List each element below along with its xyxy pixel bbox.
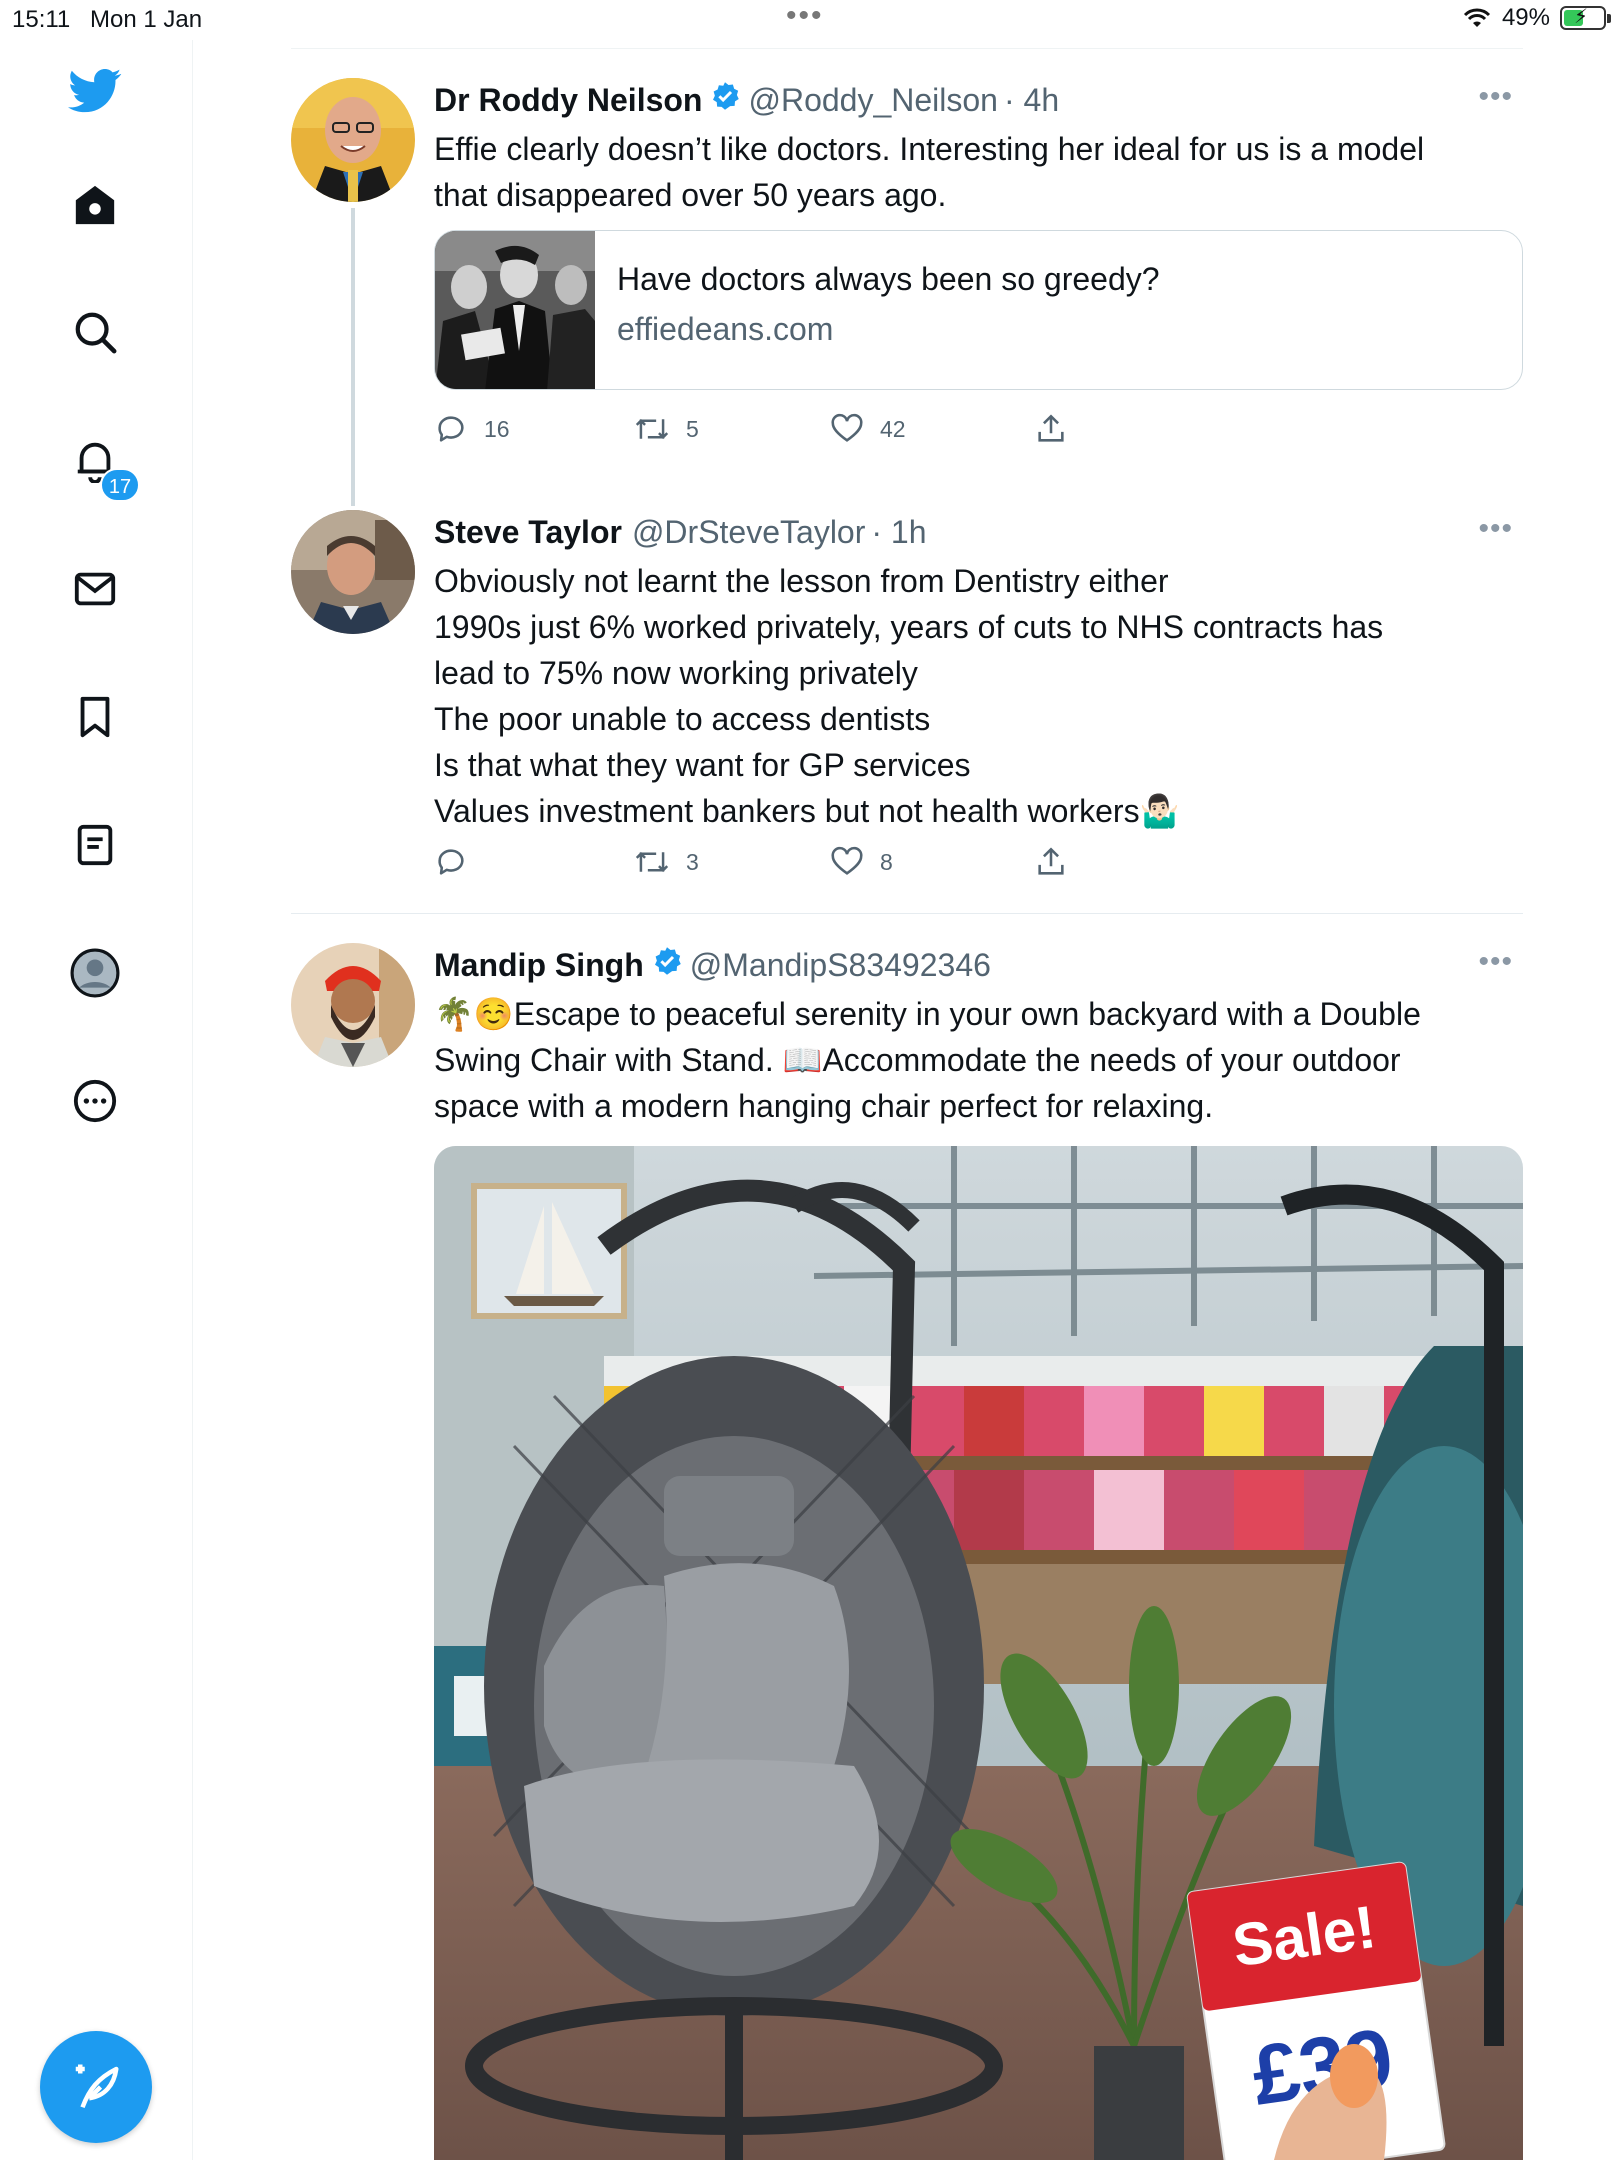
tweet-mandip-singh[interactable]: Mandip Singh @MandipS83492346 ••• 🌴☺️Esc… xyxy=(291,943,1523,1143)
reply-count: 16 xyxy=(484,415,510,442)
avatar[interactable] xyxy=(291,78,415,202)
retweet-icon xyxy=(635,851,669,873)
link-card-image xyxy=(435,231,595,389)
twitter-logo-icon[interactable] xyxy=(66,62,124,120)
compose-feather-icon xyxy=(75,2064,119,2109)
home-icon[interactable] xyxy=(66,176,124,234)
tweet-text-line: Effie clearly doesn’t like doctors. Inte… xyxy=(434,131,1425,167)
tweet-time[interactable]: · 4h xyxy=(1004,82,1059,119)
link-card[interactable]: Have doctors always been so greedy? effi… xyxy=(434,230,1523,390)
retweet-button[interactable]: 5 xyxy=(634,412,699,446)
tweet-header: Dr Roddy Neilson @Roddy_Neilson · 4h xyxy=(434,78,1523,122)
lists-icon[interactable] xyxy=(66,816,124,874)
status-time: 15:11 xyxy=(12,6,71,33)
more-options-icon[interactable]: ••• xyxy=(1478,80,1513,114)
more-options-icon[interactable]: ••• xyxy=(1478,945,1513,979)
tweet-text-line: The poor unable to access dentists xyxy=(434,701,931,737)
share-icon xyxy=(1038,847,1064,875)
more-options-icon[interactable]: ••• xyxy=(1478,512,1513,546)
status-date: Mon 1 Jan xyxy=(90,6,203,33)
retweet-count: 3 xyxy=(686,848,699,875)
tweet-text: Obviously not learnt the lesson from Den… xyxy=(434,558,1523,834)
author-name[interactable]: Steve Taylor xyxy=(434,514,622,551)
compose-tweet-button[interactable] xyxy=(40,2031,152,2143)
thread-connector-line xyxy=(351,208,355,506)
like-button[interactable]: 8 xyxy=(830,845,893,879)
retweet-count: 5 xyxy=(686,415,699,442)
reply-icon xyxy=(438,416,464,442)
reply-icon xyxy=(438,849,464,875)
battery-icon: ⚡ xyxy=(1560,6,1611,30)
tweet-text-line: space with a modern hanging chair perfec… xyxy=(434,1088,1214,1124)
sidebar: 17 xyxy=(0,40,193,2160)
verified-badge-icon xyxy=(710,81,740,119)
share-button[interactable] xyxy=(1034,845,1068,879)
heart-icon xyxy=(831,846,863,875)
tweet-text-line: 🌴☺️Escape to peaceful serenity in your o… xyxy=(434,996,1421,1032)
tweet-text: Effie clearly doesn’t like doctors. Inte… xyxy=(434,126,1523,218)
tweet-time[interactable]: · 1h xyxy=(871,514,926,551)
tweet-actions: 3 8 xyxy=(434,845,1134,885)
share-button[interactable] xyxy=(1034,412,1068,446)
retweet-button[interactable]: 3 xyxy=(634,845,699,879)
swing-chair-photo: Sale! £39 xyxy=(434,1146,1523,2160)
tweet-text-line: Swing Chair with Stand. 📖Accommodate the… xyxy=(434,1042,1401,1078)
tweet-header: Steve Taylor @DrSteveTaylor · 1h xyxy=(434,510,1523,554)
author-handle[interactable]: @DrSteveTaylor xyxy=(632,514,865,551)
tweet-text-line: Is that what they want for GP services xyxy=(434,747,971,783)
battery-percent: 49% xyxy=(1501,4,1550,31)
tweet-roddy-neilson[interactable]: Dr Roddy Neilson @Roddy_Neilson · 4h •••… xyxy=(291,78,1523,506)
tweet-steve-taylor[interactable]: Steve Taylor @DrSteveTaylor · 1h ••• Obv… xyxy=(291,510,1523,890)
reply-button[interactable] xyxy=(434,845,484,879)
tweet-text-line: lead to 75% now working privately xyxy=(434,655,918,691)
retweet-icon xyxy=(635,418,669,440)
messages-icon[interactable] xyxy=(66,560,124,618)
verified-badge-icon xyxy=(652,946,682,984)
bookmarks-icon[interactable] xyxy=(66,688,124,746)
author-name[interactable]: Mandip Singh xyxy=(434,947,644,984)
author-handle[interactable]: @Roddy_Neilson xyxy=(748,82,998,119)
tweet-text: 🌴☺️Escape to peaceful serenity in your o… xyxy=(434,991,1523,1129)
more-icon[interactable] xyxy=(66,1072,124,1130)
link-card-title: Have doctors always been so greedy? xyxy=(617,261,1160,297)
multitasking-dots-icon[interactable]: ••• xyxy=(786,1,824,31)
reply-button[interactable]: 16 xyxy=(434,412,510,446)
author-name[interactable]: Dr Roddy Neilson xyxy=(434,82,702,119)
status-bar: 15:11 Mon 1 Jan ••• 49% ⚡ xyxy=(0,0,1620,40)
tweet-divider xyxy=(291,913,1523,914)
tweet-text-line: Obviously not learnt the lesson from Den… xyxy=(434,563,1169,599)
wifi-icon xyxy=(1463,8,1491,27)
tweet-text-line: 1990s just 6% worked privately, years of… xyxy=(434,609,1384,645)
like-button[interactable]: 42 xyxy=(830,412,906,446)
tweet-actions: 16 5 42 xyxy=(434,412,1134,452)
tweet-text-line: Values investment bankers but not health… xyxy=(434,793,1180,829)
tweet-media-image[interactable]: Sale! £39 xyxy=(434,1146,1523,2160)
profile-icon[interactable] xyxy=(66,944,124,1002)
like-count: 8 xyxy=(880,848,893,875)
search-icon[interactable] xyxy=(66,303,124,361)
timeline-top-border xyxy=(291,48,1523,49)
like-count: 42 xyxy=(880,415,906,442)
avatar[interactable] xyxy=(291,943,415,1067)
link-card-domain: effiedeans.com xyxy=(617,311,834,347)
author-handle[interactable]: @MandipS83492346 xyxy=(690,947,991,984)
avatar[interactable] xyxy=(291,510,415,634)
tweet-text-line: that disappeared over 50 years ago. xyxy=(434,177,947,213)
tweet-header: Mandip Singh @MandipS83492346 xyxy=(434,943,1523,987)
share-icon xyxy=(1038,414,1064,442)
heart-icon xyxy=(831,413,863,442)
notifications-badge: 17 xyxy=(100,468,140,502)
